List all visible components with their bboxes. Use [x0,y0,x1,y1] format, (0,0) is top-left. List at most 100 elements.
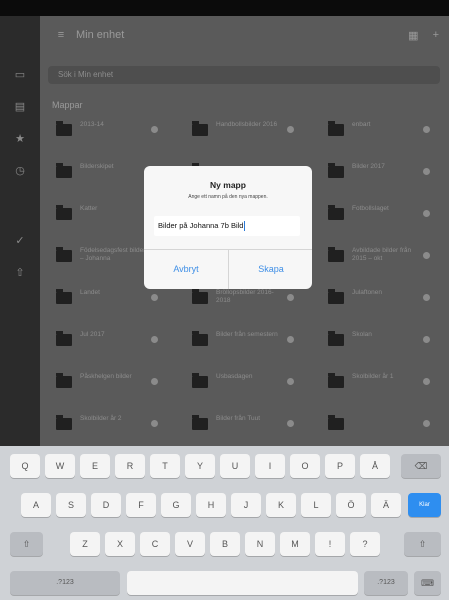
key[interactable]: Ö [336,493,366,517]
shift-icon[interactable]: ⇧ [404,532,441,556]
folder-item[interactable]: Skolbilder år 1 [320,370,438,396]
info-icon[interactable] [423,420,430,427]
info-icon[interactable] [287,336,294,343]
upload-icon[interactable]: ⇧ [12,266,28,280]
folder-icon[interactable]: ▭ [12,68,28,82]
folder-item[interactable]: Bilder från semestern [184,328,302,354]
folder-name: enbart [352,121,371,128]
folder-item[interactable]: Bilder från Tuut [184,412,302,438]
key[interactable]: S [56,493,86,517]
return-key[interactable]: Klar [408,493,441,517]
key[interactable]: G [161,493,191,517]
key[interactable]: H [196,493,226,517]
info-icon[interactable] [423,210,430,217]
key[interactable]: ? [350,532,380,556]
folder-icon [56,289,72,304]
info-icon[interactable] [423,378,430,385]
key[interactable]: K [266,493,296,517]
folder-item[interactable]: Påskhelgen bilder [48,370,166,396]
key[interactable]: N [245,532,275,556]
numbers-key[interactable]: .?123 [364,571,408,595]
folder-name: Födelsedagsfest bilder – Johanna [80,247,146,262]
key[interactable]: Z [70,532,100,556]
folder-icon [56,205,72,220]
star-icon[interactable]: ★ [12,132,28,146]
key[interactable]: U [220,454,250,478]
info-icon[interactable] [423,168,430,175]
key[interactable]: Å [360,454,390,478]
folder-item[interactable]: Usbasdagen [184,370,302,396]
folder-item[interactable]: Avbildade bilder från 2015 – okt [320,244,438,270]
view-toggle-icon[interactable]: ▦ [408,29,418,42]
key[interactable]: O [290,454,320,478]
folder-icon [56,121,72,136]
folder-item[interactable]: Jul 2017 [48,328,166,354]
folder-item[interactable]: 2013-14 [48,118,166,144]
backspace-key-icon[interactable]: ⌫ [401,454,441,478]
key[interactable]: A [21,493,51,517]
key[interactable]: C [140,532,170,556]
add-icon[interactable]: + [433,29,439,42]
info-icon[interactable] [287,294,294,301]
info-icon[interactable] [423,126,430,133]
key[interactable]: Y [185,454,215,478]
info-icon[interactable] [151,294,158,301]
key[interactable]: J [231,493,261,517]
key[interactable]: I [255,454,285,478]
folder-item[interactable]: Skolan [320,328,438,354]
keyboard-hide-icon[interactable]: ⌨ [414,571,441,595]
folder-icon [192,415,208,430]
folder-name: Bilderskipet [80,163,114,170]
offline-icon[interactable]: ✓ [12,234,28,248]
numbers-key[interactable]: .?123 [10,571,120,595]
info-icon[interactable] [151,126,158,133]
key[interactable]: R [115,454,145,478]
info-icon[interactable] [287,420,294,427]
key[interactable]: V [175,532,205,556]
info-icon[interactable] [287,126,294,133]
folder-item[interactable]: enbart [320,118,438,144]
cancel-button[interactable]: Avbryt [144,250,228,289]
key[interactable]: X [105,532,135,556]
folder-item[interactable]: Bilder 2017 [320,160,438,186]
key[interactable]: B [210,532,240,556]
key[interactable]: F [126,493,156,517]
folder-name: Avbildade bilder från 2015 – okt [352,247,412,262]
key[interactable]: P [325,454,355,478]
shift-icon[interactable]: ⇧ [10,532,43,556]
info-icon[interactable] [423,294,430,301]
folder-item[interactable] [320,412,438,438]
folder-item[interactable]: Fotbollslaget [320,202,438,228]
folder-name: Påskhelgen bilder [80,373,132,380]
folder-item[interactable]: Handbollsbilder 2016 [184,118,302,144]
create-button[interactable]: Skapa [228,250,313,289]
info-icon[interactable] [287,378,294,385]
key[interactable]: Q [10,454,40,478]
status-bar [0,0,449,16]
folder-item[interactable]: Julaftonen [320,286,438,312]
folder-name-input[interactable]: Bilder på Johanna 7b Bild [154,216,300,236]
info-icon[interactable] [423,252,430,259]
shared-icon[interactable]: ▤ [12,100,28,114]
key[interactable]: T [150,454,180,478]
info-icon[interactable] [423,336,430,343]
info-icon[interactable] [151,378,158,385]
key[interactable]: M [280,532,310,556]
search-input[interactable]: Sök i Min enhet [48,66,440,84]
key[interactable]: ! [315,532,345,556]
folder-icon [192,121,208,136]
space-key[interactable] [127,571,358,595]
key[interactable]: Ä [371,493,401,517]
key[interactable]: L [301,493,331,517]
key[interactable]: W [45,454,75,478]
key[interactable]: D [91,493,121,517]
folder-item[interactable]: Skolbilder år 2 [48,412,166,438]
menu-icon[interactable]: ≡ [54,29,68,41]
folder-item[interactable]: Bröllopsbilder 2016-2018 [184,286,302,312]
key[interactable]: E [80,454,110,478]
info-icon[interactable] [151,420,158,427]
recent-icon[interactable]: ◷ [12,164,28,178]
folder-item[interactable]: Landet [48,286,166,312]
info-icon[interactable] [151,336,158,343]
folder-name: 2013-14 [80,121,104,128]
